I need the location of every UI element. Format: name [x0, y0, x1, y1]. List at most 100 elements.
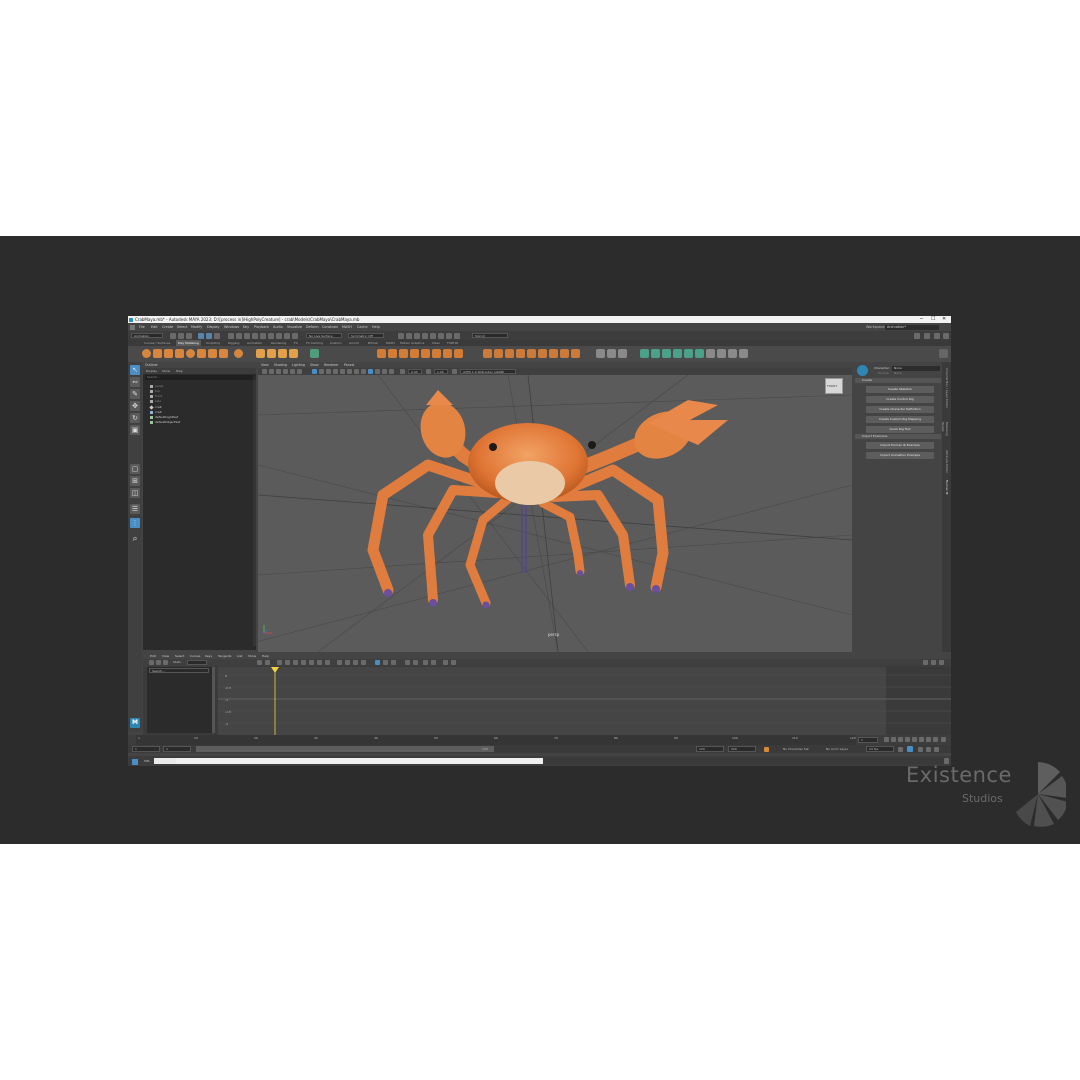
shelf-menu-icon[interactable]	[939, 349, 948, 358]
step-forward-key-icon[interactable]	[926, 737, 931, 742]
use-lights-icon[interactable]	[340, 368, 345, 374]
extrude-icon[interactable]	[377, 349, 386, 358]
poly-text-icon[interactable]	[278, 349, 287, 358]
poly-disc-icon[interactable]	[208, 349, 217, 358]
reduce-icon[interactable]	[607, 349, 616, 358]
gamma-field[interactable]: 1.00	[434, 368, 448, 374]
resolution-gate-icon[interactable]	[297, 368, 302, 374]
channel-box-icon[interactable]	[943, 332, 949, 339]
new-scene-icon[interactable]	[170, 332, 176, 339]
normalize-icon[interactable]	[405, 659, 410, 665]
move-key-icon[interactable]	[149, 659, 154, 665]
outliner-layout-icon[interactable]: ☰	[130, 504, 140, 514]
modeling-toolkit-icon[interactable]	[914, 332, 920, 339]
rotate-tool-icon[interactable]: ↻	[130, 413, 140, 423]
uv-editor-icon[interactable]	[640, 349, 649, 358]
xray-joints-icon[interactable]	[382, 368, 387, 374]
separate-icon[interactable]	[571, 349, 580, 358]
swap-buffer-icon[interactable]	[451, 659, 456, 665]
cut-uv-icon[interactable]	[717, 349, 726, 358]
snap-center-icon[interactable]	[292, 332, 298, 339]
play-backwards-icon[interactable]	[905, 737, 910, 742]
move-tool-icon[interactable]: ✥	[130, 401, 140, 411]
outliner-menu-display[interactable]: Display	[146, 368, 157, 374]
ambient-occlusion-icon[interactable]	[354, 368, 359, 374]
minimize-button[interactable]: ─	[920, 316, 923, 323]
save-scene-icon[interactable]	[186, 332, 192, 339]
value-snap-icon[interactable]	[391, 659, 396, 665]
render-view-icon[interactable]	[398, 332, 404, 339]
render-frame-icon[interactable]	[406, 332, 412, 339]
outliner-menu-help[interactable]: Help	[176, 368, 183, 374]
single-view-layout-icon[interactable]: ▢	[130, 464, 140, 474]
snap-curve-icon[interactable]	[236, 332, 242, 339]
outliner-search-input[interactable]: Search...	[145, 375, 253, 380]
camera-attributes-icon[interactable]	[262, 368, 267, 374]
character-set-dropdown[interactable]: No Character Set	[783, 747, 809, 751]
denormalize-icon[interactable]	[413, 659, 418, 665]
svg-icon[interactable]	[289, 349, 298, 358]
time-slider[interactable]: 1 10 20 30 40 50 60 70 80 90 100 110 120…	[128, 735, 951, 745]
tool-settings-icon[interactable]	[934, 332, 940, 339]
snap-vertex-icon[interactable]	[268, 332, 274, 339]
maximize-button[interactable]: ☐	[931, 316, 935, 323]
menu-playback[interactable]: Playback	[254, 323, 269, 331]
animation-end-field[interactable]: 200	[728, 746, 756, 752]
workspace-dropdown[interactable]: Animation*	[885, 324, 939, 330]
sign-in-button[interactable]: Sign In	[472, 333, 508, 338]
extract-icon[interactable]	[454, 349, 463, 358]
sweep-mesh-icon[interactable]	[256, 349, 265, 358]
menu-edit[interactable]: Edit	[151, 323, 158, 331]
wireframe-icon[interactable]	[312, 368, 317, 374]
layout-icon[interactable]	[706, 349, 715, 358]
script-editor-icon[interactable]	[132, 759, 138, 765]
poly-torus-icon[interactable]	[186, 349, 195, 358]
four-view-layout-icon[interactable]: ⊞	[130, 476, 140, 486]
offset-edge-loop-icon[interactable]	[505, 349, 514, 358]
break-tangents-icon[interactable]	[337, 659, 342, 665]
create-section-header[interactable]: Create	[855, 378, 941, 383]
graph-plot-area[interactable]: 0 -0.5 -1 -1.5 -2	[218, 667, 951, 735]
shadows-icon[interactable]	[347, 368, 352, 374]
step-back-frame-icon[interactable]	[898, 737, 903, 742]
menu-deform[interactable]: Deform	[306, 323, 319, 331]
create-character-definition-button[interactable]: Create Character Definition	[866, 406, 934, 413]
snap-face-icon[interactable]	[284, 332, 290, 339]
make-hole-icon[interactable]	[432, 349, 441, 358]
smooth-shade-icon[interactable]	[319, 368, 324, 374]
graph-layout-icon[interactable]: ⋮	[130, 518, 140, 528]
hypershade-icon[interactable]	[430, 332, 436, 339]
auto-load-icon[interactable]	[375, 659, 380, 665]
go-to-start-icon[interactable]	[884, 737, 889, 742]
wireframe-on-shaded-icon[interactable]	[326, 368, 331, 374]
post-infinity-icon[interactable]	[431, 659, 436, 665]
trax-editor-icon[interactable]	[931, 659, 936, 665]
attribute-editor-icon[interactable]	[924, 332, 930, 339]
fps-dropdown[interactable]: 24 fps	[866, 746, 894, 752]
spherical-map-icon[interactable]	[673, 349, 682, 358]
bridge-icon[interactable]	[399, 349, 408, 358]
import-examples-section-header[interactable]: Import Examples	[855, 434, 941, 439]
backface-culling-icon[interactable]	[389, 368, 394, 374]
target-weld-icon[interactable]	[516, 349, 525, 358]
graph-search-input[interactable]: Search...	[149, 668, 209, 673]
loop-icon[interactable]	[941, 737, 946, 742]
duplicate-face-icon[interactable]	[443, 349, 452, 358]
anim-layer-dropdown[interactable]: No Anim Layer	[826, 747, 848, 751]
viewcube[interactable]: FRONT	[825, 378, 843, 394]
graph-editor-icon[interactable]	[939, 659, 944, 665]
free-tangent-weight-icon[interactable]	[353, 659, 358, 665]
animation-start-field[interactable]: 1	[132, 746, 160, 752]
cylindrical-map-icon[interactable]	[662, 349, 671, 358]
import-human-ik-example-button[interactable]: Import Human IK Example	[866, 442, 934, 449]
playhead-handle[interactable]	[271, 667, 279, 673]
step-forward-frame-icon[interactable]	[919, 737, 924, 742]
cached-playback-icon[interactable]	[918, 746, 923, 752]
outliner-menu-show[interactable]: Show	[162, 368, 170, 374]
menu-audio[interactable]: Audio	[273, 323, 283, 331]
viewport-canvas[interactable]: persp FRONT	[258, 374, 852, 652]
image-plane-icon[interactable]	[276, 368, 281, 374]
step-back-key-icon[interactable]	[891, 737, 896, 742]
playback-start-field[interactable]: 1	[163, 746, 191, 752]
key-stats-field[interactable]	[187, 659, 207, 665]
